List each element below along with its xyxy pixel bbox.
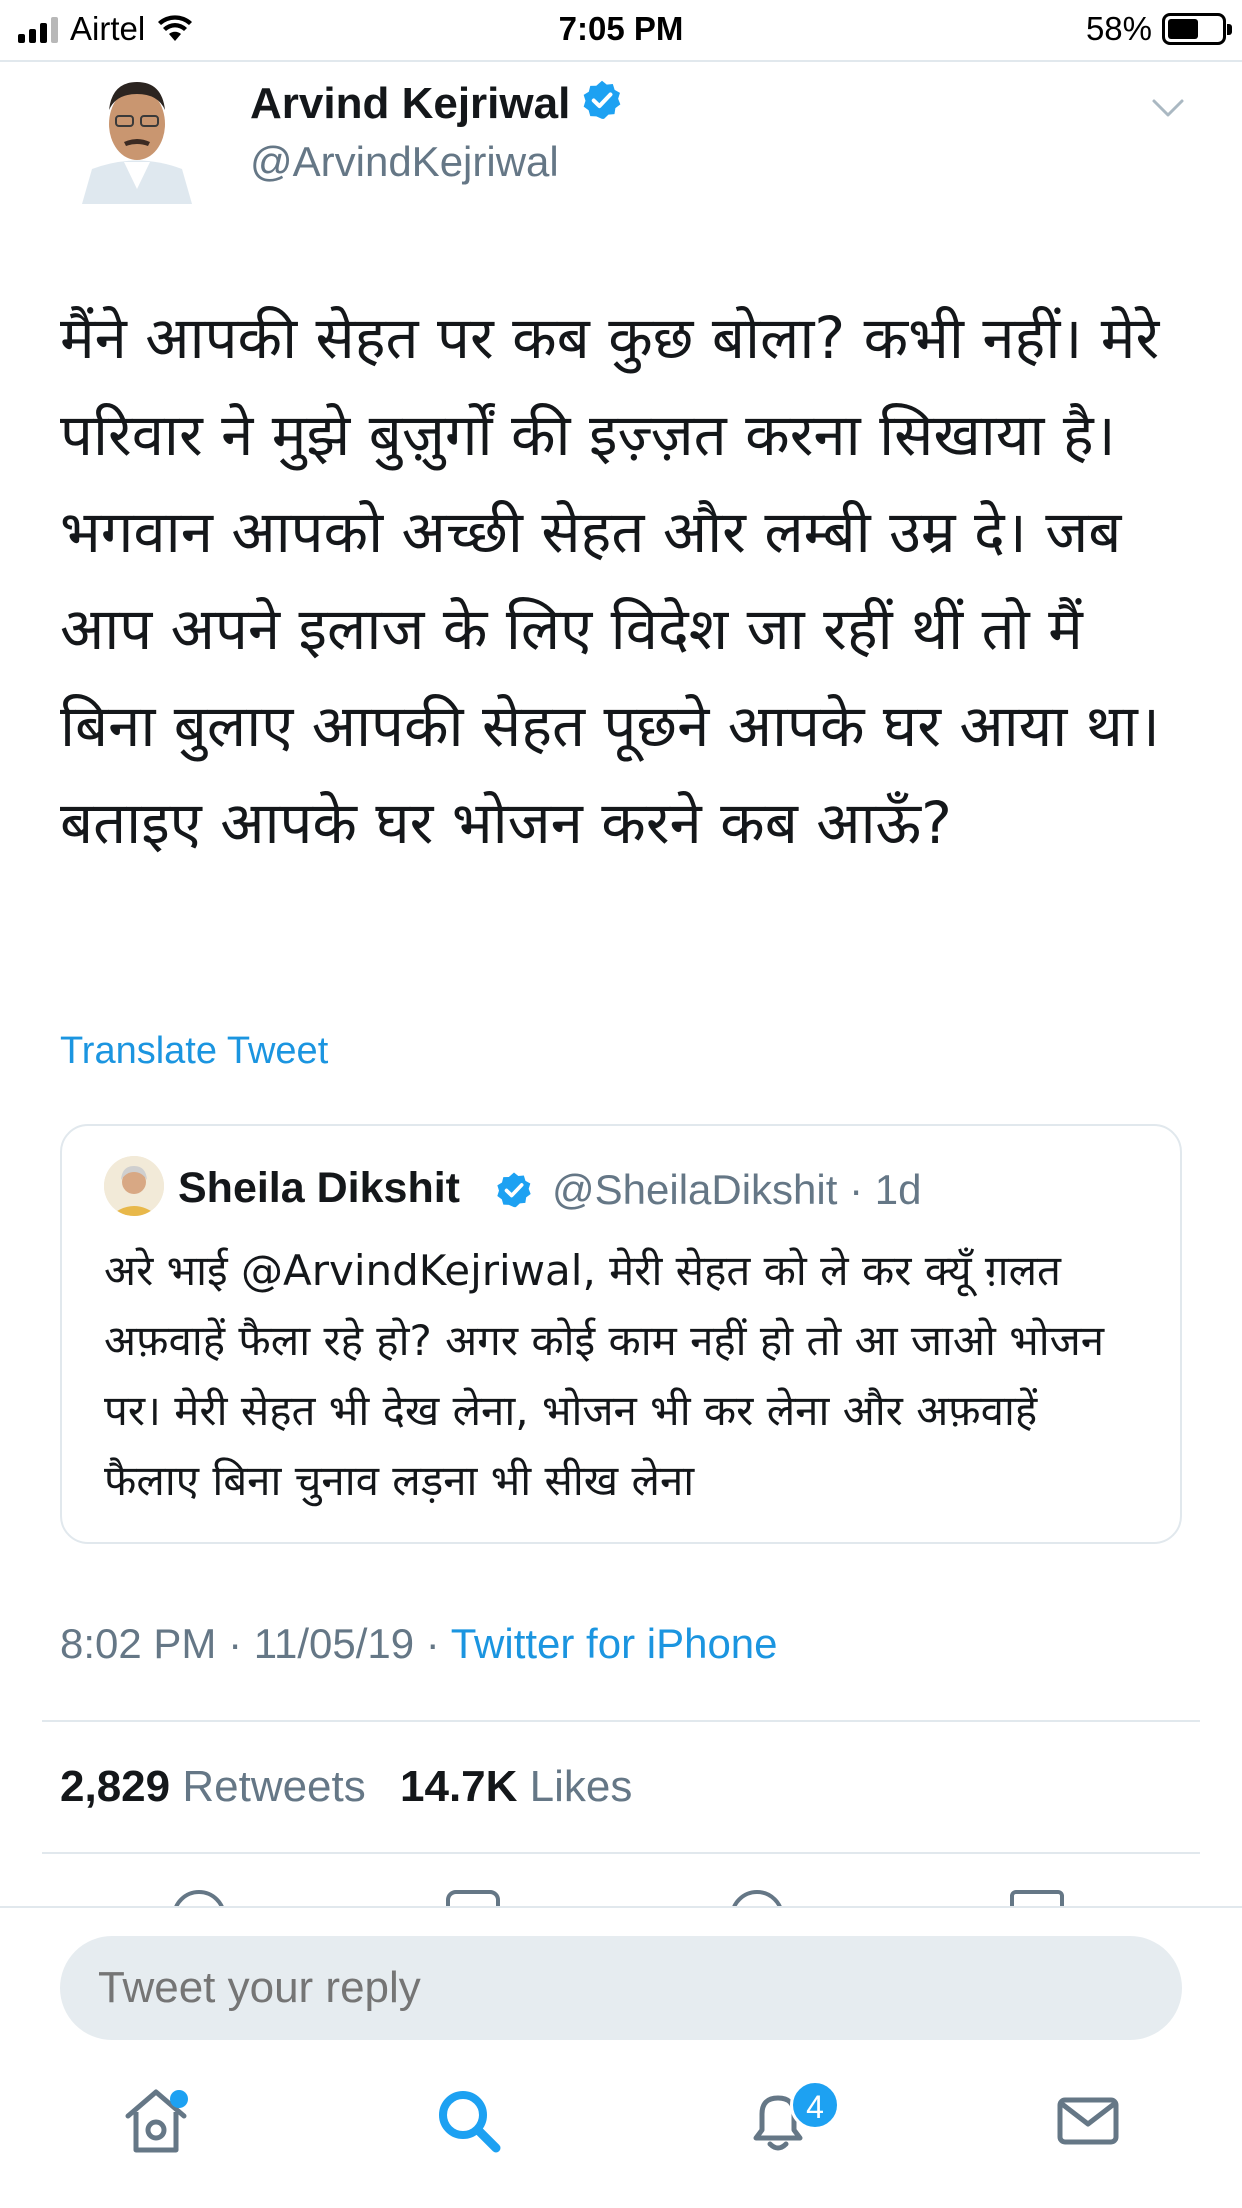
tweet-time: 8:02 PM [60,1620,217,1667]
quoted-author-name: Sheila Dikshit [178,1164,460,1212]
author-handle[interactable]: @ArvindKejriwal [250,138,559,186]
messages-icon[interactable] [1048,2080,1128,2160]
quoted-author-avatar [104,1156,164,1216]
verified-badge-icon [497,1172,531,1208]
meta-separator: · [216,1620,254,1667]
author-display-name[interactable]: Arvind Kejriwal [250,78,624,129]
tweet-text: मैंने आपकी सेहत पर कब कुछ बोला? कभी नहीं… [60,304,1160,857]
battery-percent: 58% [1085,10,1152,47]
status-bar: Airtel 7:05 PM 58% [0,0,1242,62]
likes-label[interactable]: Likes [530,1762,633,1811]
status-time: 7:05 PM [558,10,684,47]
tweet-stats: 2,829 Retweets 14.7K Likes [60,1762,654,1812]
retweets-label[interactable]: Retweets [182,1762,365,1811]
author-avatar[interactable] [72,64,202,204]
divider [42,1720,1200,1722]
chevron-down-icon[interactable] [1150,96,1186,120]
author-name-text: Arvind Kejriwal [250,79,571,128]
tweet-detail-screen: Airtel 7:05 PM 58% Arvind Kejriwal @Arvi… [0,0,1242,2208]
quoted-tweet-card[interactable]: Sheila Dikshit @SheilaDikshit · 1d अरे भ… [60,1124,1182,1544]
verified-badge-icon [583,80,621,119]
reply-input[interactable] [60,1936,1182,2040]
quoted-age: · 1d [849,1166,922,1213]
quoted-handle: @SheilaDikshit [552,1166,838,1213]
home-new-dot [170,2090,188,2108]
translate-tweet-link[interactable]: Translate Tweet [60,1030,328,1073]
meta-separator: · [414,1620,451,1667]
status-right: 58% [1085,10,1232,48]
divider [42,1852,1200,1854]
reply-composer-bar [0,1906,1242,2208]
notifications-badge: 4 [790,2080,840,2130]
tweet-meta: 8:02 PM · 11/05/19 · Twitter for iPhone [60,1620,778,1668]
battery-icon [1162,13,1232,45]
likes-count[interactable]: 14.7K [400,1762,517,1811]
search-icon[interactable] [428,2080,508,2160]
tweet-source-link[interactable]: Twitter for iPhone [451,1620,778,1667]
tweet-date: 11/05/19 [253,1620,415,1667]
retweets-count[interactable]: 2,829 [60,1762,170,1811]
quoted-author-handle-and-age: @SheilaDikshit · 1d [552,1166,921,1214]
quoted-tweet-text: अरे भाई @ArvindKejriwal, मेरी सेहत को ले… [104,1246,1105,1505]
